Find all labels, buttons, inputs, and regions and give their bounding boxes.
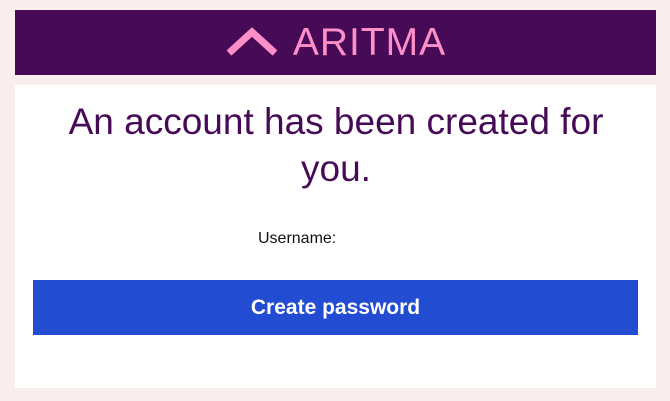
header-divider [15,75,656,85]
username-label: Username: [258,230,337,247]
create-password-button[interactable]: Create password [33,280,638,335]
brand-header: ARITMA [15,10,656,75]
username-value [350,230,419,248]
username-row: Username: [258,230,419,248]
chevron-up-icon [226,26,278,56]
brand-name: ARITMA [292,21,447,64]
account-created-heading: An account has been created for you. [68,101,604,189]
email-content: An account has been created for you. Use… [15,85,656,388]
account-created-email: ARITMA An account has been created for y… [15,10,656,388]
